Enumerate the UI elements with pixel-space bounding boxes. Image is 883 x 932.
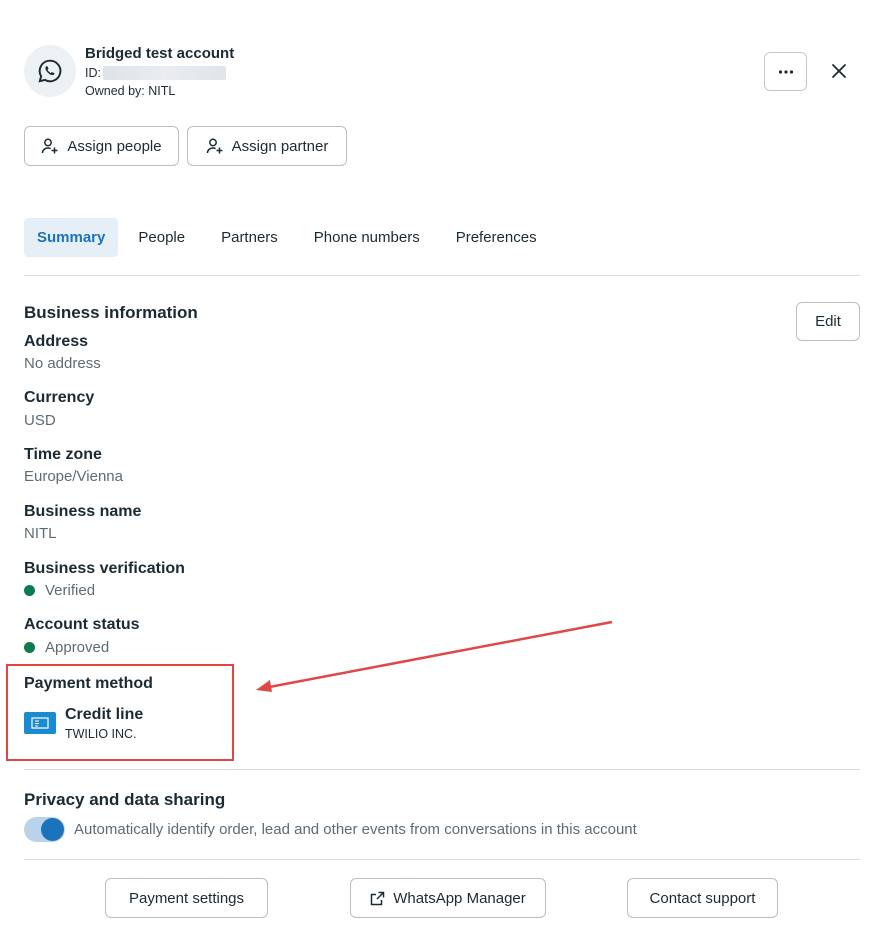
address-label: Address [24,333,89,350]
more-options-button[interactable] [764,52,807,91]
account-status-label: Account status [24,616,140,633]
account-id-redacted [102,66,226,80]
payment-settings-button[interactable]: Payment settings [105,878,268,918]
business-verification-value: Verified [45,582,96,599]
tab-people[interactable]: People [122,218,201,257]
address-value: No address [24,355,101,372]
assign-partner-button[interactable]: Assign partner [187,126,347,166]
annotation-arrow [256,620,613,692]
account-status-value: Approved [45,639,110,656]
contact-support-button[interactable]: Contact support [627,878,778,918]
tab-bar: Summary People Partners Phone numbers Pr… [24,218,557,257]
business-info-title: Business information [24,303,198,322]
account-owner: Owned by: NITL [85,84,176,98]
contact-support-label: Contact support [649,889,756,907]
credit-card-icon [24,712,56,734]
tab-phone-numbers[interactable]: Phone numbers [298,218,436,257]
time-zone-value: Europe/Vienna [24,468,123,485]
payment-method-provider: TWILIO INC. [65,727,137,741]
account-id-label: ID: [85,66,101,80]
external-link-icon [370,891,385,905]
assign-people-label: Assign people [67,137,162,155]
account-status: Approved [24,639,109,656]
assign-people-button[interactable]: Assign people [24,126,179,166]
privacy-title: Privacy and data sharing [24,790,226,809]
tabs-divider [24,275,860,276]
edit-button[interactable]: Edit [796,302,860,341]
whatsapp-manager-label: WhatsApp Manager [393,889,526,907]
more-icon [778,69,793,74]
account-avatar [24,45,76,97]
whatsapp-icon [38,59,62,83]
close-button[interactable] [824,56,854,86]
business-verification-status: Verified [24,582,95,599]
tab-preferences[interactable]: Preferences [440,218,553,257]
add-person-icon [42,138,58,154]
business-name-label: Business name [24,503,142,520]
footer-divider [24,859,860,860]
payment-settings-label: Payment settings [128,889,245,907]
business-name-value: NITL [24,525,57,542]
account-id: ID: [85,66,226,80]
currency-label: Currency [24,389,95,406]
assign-partner-label: Assign partner [231,137,329,155]
tab-partners[interactable]: Partners [205,218,294,257]
payment-method-label: Payment method [24,675,153,692]
auto-identify-label: Automatically identify order, lead and o… [74,821,637,838]
payment-method-name: Credit line [65,706,144,723]
add-person-icon [206,138,223,154]
tab-summary[interactable]: Summary [24,218,119,257]
toggle-knob [41,818,64,841]
close-icon [832,64,846,78]
time-zone-label: Time zone [24,446,102,463]
auto-identify-toggle[interactable] [24,817,65,842]
currency-value: USD [24,412,56,429]
payment-divider [24,769,860,770]
business-verification-label: Business verification [24,560,185,577]
approved-status-dot [24,642,35,653]
whatsapp-manager-button[interactable]: WhatsApp Manager [350,878,546,918]
account-name: Bridged test account [85,45,235,62]
verified-status-dot [24,585,35,596]
